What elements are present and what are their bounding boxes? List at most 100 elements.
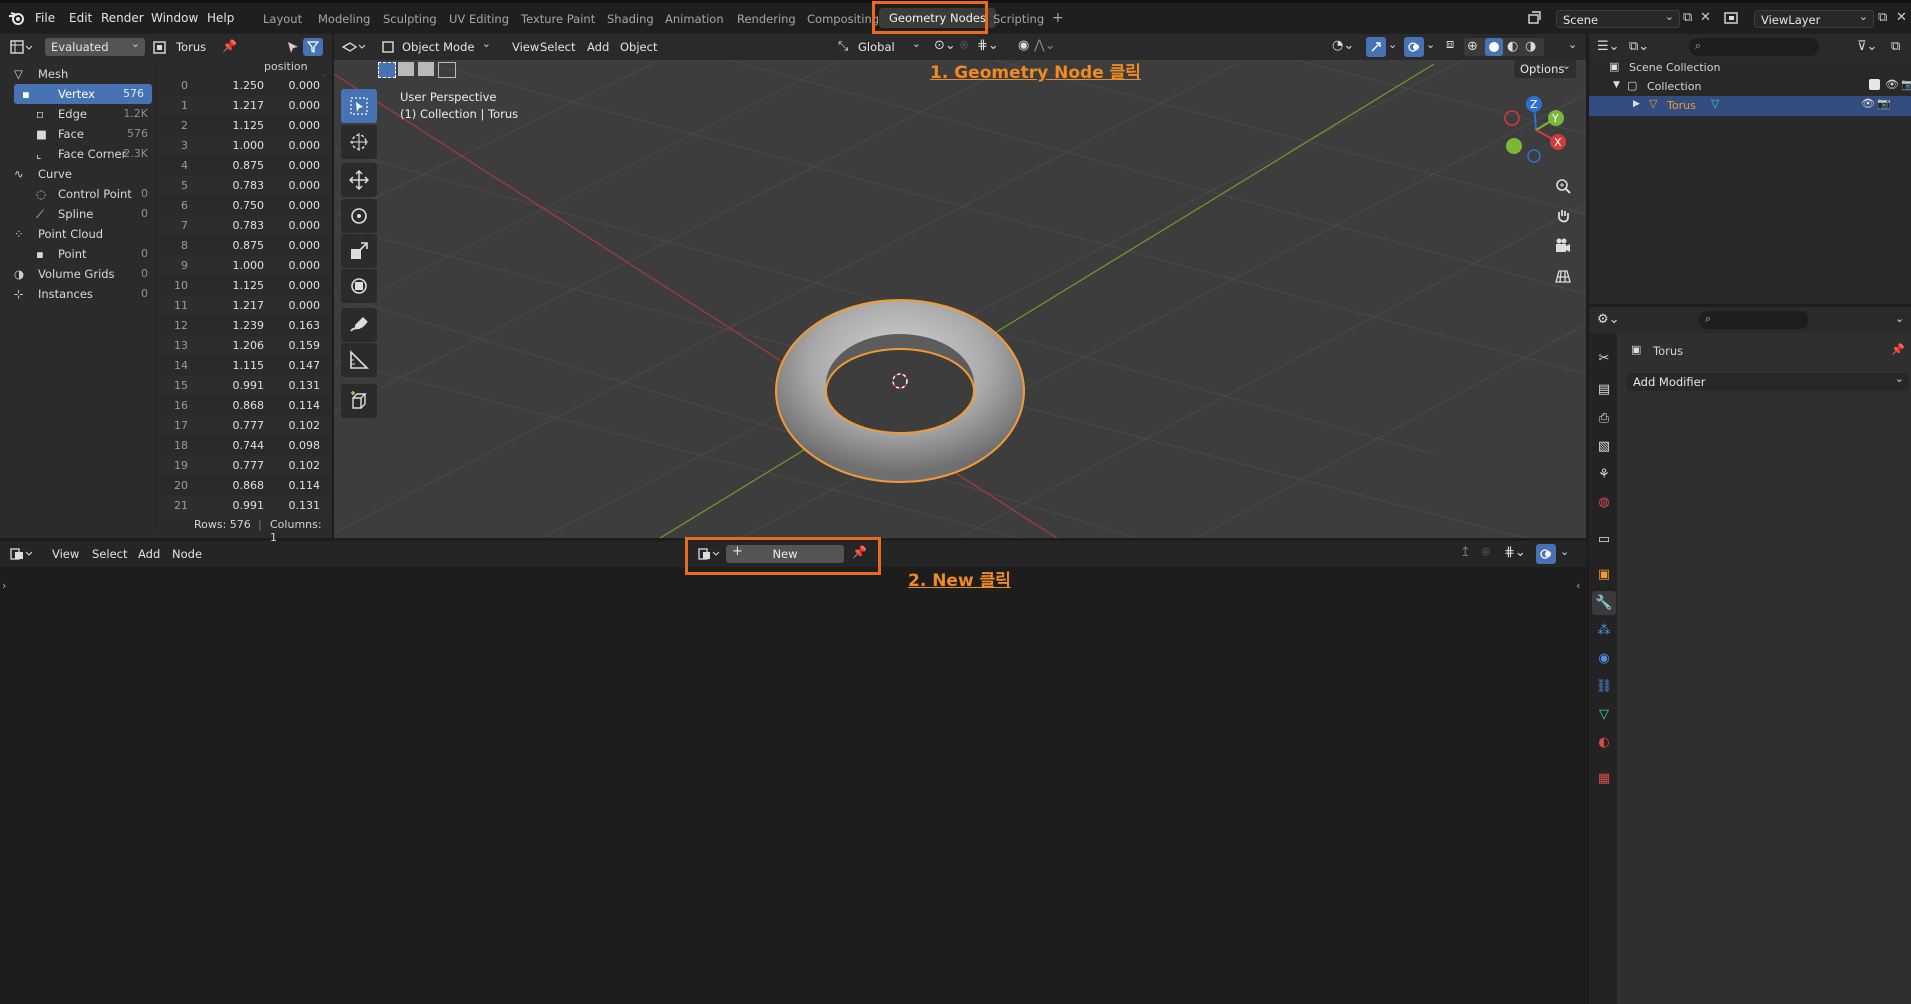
tool-transform[interactable] [341, 269, 377, 303]
select-extend-icon[interactable] [398, 62, 414, 76]
snap-target-icon[interactable]: ⋕⌄ [1504, 545, 1526, 560]
tab-rendering[interactable]: Rendering [737, 12, 796, 26]
mesh-data-tab-icon[interactable]: ▽ [1592, 702, 1616, 726]
mesh-data-icon[interactable]: ▽ [1711, 97, 1719, 110]
select-subtract-icon[interactable] [418, 62, 434, 76]
parent-node-tree-icon[interactable]: ↥ [1460, 545, 1471, 560]
exclude-checkbox[interactable] [1869, 79, 1880, 90]
overlay-dropdown-icon[interactable]: ⌄ [1560, 545, 1569, 558]
collection-tab-icon[interactable]: ▭ [1592, 527, 1616, 551]
pan-hand-icon[interactable] [1549, 202, 1577, 230]
delete-scene-icon[interactable]: ✕ [1700, 10, 1711, 25]
evaluation-mode-dropdown[interactable]: Evaluated [45, 35, 145, 56]
world-tab-icon[interactable]: ◍ [1592, 490, 1616, 514]
render-tab-icon[interactable]: ▤ [1592, 377, 1616, 401]
scene-tab-icon[interactable]: ⚘ [1592, 462, 1616, 486]
filter-icon[interactable] [303, 38, 323, 56]
node-menu-view[interactable]: View [52, 547, 79, 561]
falloff-icon[interactable]: ⋀⌄ [1034, 38, 1056, 53]
node-menu-add[interactable]: Add [138, 547, 160, 561]
viewport-menu-object[interactable]: Object [620, 40, 657, 54]
overlay-dropdown-icon[interactable]: ⌄ [1426, 38, 1435, 51]
overlay-toggle-icon[interactable] [1536, 544, 1556, 564]
menu-help[interactable]: Help [207, 11, 234, 25]
overlay-toggle-icon[interactable] [1404, 37, 1424, 57]
output-tab-icon[interactable]: ⎙ [1592, 406, 1616, 430]
constraints-tab-icon[interactable]: ⛓ [1592, 674, 1616, 698]
tab-uv-editing[interactable]: UV Editing [449, 12, 509, 26]
solid-shading-icon[interactable] [1485, 38, 1503, 56]
xray-icon[interactable]: ⧈ [1446, 37, 1454, 52]
camera-render-icon[interactable]: 📷 [1877, 97, 1891, 110]
texture-tab-icon[interactable]: ▦ [1592, 766, 1616, 790]
physics-tab-icon[interactable]: ◉ [1592, 646, 1616, 670]
new-collection-icon[interactable]: ⧉ [1891, 39, 1900, 54]
editor-type-spreadsheet-icon[interactable] [10, 40, 32, 54]
tab-sculpting[interactable]: Sculpting [383, 12, 437, 26]
tab-scripting[interactable]: Scripting [993, 12, 1044, 26]
outliner-row-collection[interactable]: ▼ ▢ Collection 👁 📷 [1613, 78, 1911, 96]
tab-layout[interactable]: Layout [263, 12, 302, 26]
outliner-row-torus[interactable]: ▶ ▽ Torus ▽ 👁 📷 [1589, 96, 1911, 116]
viewport-menu-select[interactable]: Select [540, 40, 575, 54]
navigation-gizmo[interactable]: Z Y X [1500, 94, 1572, 166]
editor-type-properties-icon[interactable]: ⚙⌄ [1597, 312, 1620, 327]
camera-view-icon[interactable] [1549, 232, 1577, 260]
add-modifier-dropdown[interactable]: Add Modifier [1627, 370, 1909, 391]
outliner-filter-icon[interactable]: ⊽⌄ [1857, 39, 1877, 54]
menu-edit[interactable]: Edit [69, 11, 92, 25]
blender-logo-icon[interactable] [8, 10, 26, 26]
column-header-position[interactable]: position [264, 60, 308, 73]
tool-cursor[interactable] [341, 125, 377, 159]
properties-search-input[interactable]: ⌕ [1699, 311, 1809, 329]
particles-tab-icon[interactable]: ⁂ [1592, 618, 1616, 642]
tool-annotate[interactable] [341, 308, 377, 342]
tool-add-cube[interactable] [341, 384, 377, 418]
tool-tab-icon[interactable]: ✂ [1592, 346, 1616, 370]
zoom-icon[interactable] [1549, 172, 1577, 200]
delete-view-layer-icon[interactable]: ✕ [1896, 10, 1907, 25]
gizmo-toggle-icon[interactable] [1366, 37, 1386, 57]
display-mode-icon[interactable]: ⧉⌄ [1629, 39, 1649, 54]
pin-icon[interactable]: 📌 [1891, 343, 1905, 356]
editor-type-node-icon[interactable] [10, 547, 34, 561]
transform-orientation-dropdown[interactable]: Global [852, 35, 926, 56]
tool-select-box[interactable] [341, 89, 377, 123]
view-layer-icon[interactable] [1724, 11, 1744, 25]
scene-selector[interactable]: Scene [1556, 8, 1680, 28]
new-view-layer-icon[interactable]: ⧉ [1878, 10, 1887, 25]
outliner-row-scene-collection[interactable]: ▣ Scene Collection [1609, 58, 1909, 78]
wireframe-shading-icon[interactable]: ⊕ [1467, 39, 1478, 54]
expand-arrow-icon[interactable]: ▼ [1613, 80, 1620, 90]
rendered-shading-icon[interactable]: ◑ [1525, 39, 1536, 54]
tool-scale[interactable] [341, 234, 377, 268]
tab-compositing[interactable]: Compositing [807, 12, 879, 26]
eye-icon[interactable]: 👁 [1861, 97, 1875, 110]
tab-animation[interactable]: Animation [665, 12, 724, 26]
node-editor-panel[interactable]: View Select Add Node + New 📌 ↥ ⌾ ⋕⌄ ⌄ › … [0, 541, 1586, 1004]
editor-type-outliner-icon[interactable]: ☰⌄ [1597, 39, 1620, 54]
add-workspace-icon[interactable]: + [1052, 10, 1064, 26]
snap-icon[interactable]: ⌾ [960, 38, 968, 53]
tool-measure[interactable] [341, 343, 377, 377]
viewport-menu-add[interactable]: Add [587, 40, 609, 54]
toolbar-expand-icon[interactable]: › [2, 579, 6, 592]
new-scene-icon[interactable]: ⧉ [1683, 10, 1692, 25]
tab-shading[interactable]: Shading [607, 12, 654, 26]
options-dropdown[interactable]: Options [1514, 57, 1576, 78]
snap-icon[interactable]: ⌾ [1482, 545, 1490, 560]
outliner-search-input[interactable]: ⌕ [1689, 38, 1819, 56]
gizmo-dropdown-icon[interactable]: ⌄ [1388, 38, 1397, 51]
node-menu-node[interactable]: Node [172, 547, 202, 561]
visibility-icon[interactable]: ◔⌄ [1332, 38, 1354, 53]
menu-window[interactable]: Window [151, 11, 198, 25]
ortho-grid-icon[interactable] [1549, 262, 1577, 290]
view-layer-tab-icon[interactable]: ▧ [1592, 434, 1616, 458]
menu-render[interactable]: Render [101, 11, 144, 25]
viewport-menu-view[interactable]: View [512, 40, 539, 54]
tab-texture-paint[interactable]: Texture Paint [521, 12, 595, 26]
selected-only-icon[interactable] [286, 41, 300, 54]
menu-file[interactable]: File [35, 11, 55, 25]
sidebar-expand-icon[interactable]: ‹ [1576, 579, 1580, 592]
select-invert-icon[interactable] [438, 62, 456, 78]
